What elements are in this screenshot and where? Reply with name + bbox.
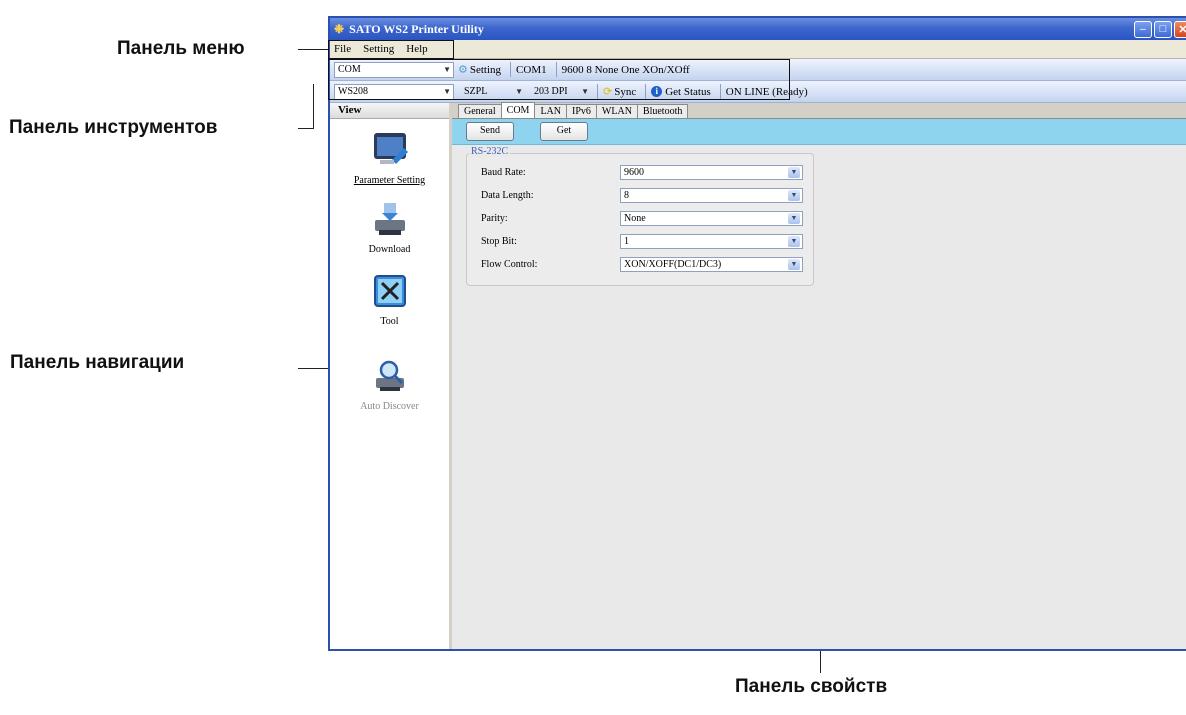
- parity-row: Parity: None ▼: [481, 211, 803, 226]
- menu-panel-callout: Панель меню: [117, 38, 245, 59]
- data-length-row: Data Length: 8 ▼: [481, 188, 803, 203]
- toolbar-panel-callout-line: [298, 128, 313, 129]
- baud-rate-select[interactable]: 9600 ▼: [620, 165, 803, 180]
- toolbar-panel-callout: Панель инструментов: [9, 117, 218, 138]
- tab-ipv6[interactable]: IPv6: [566, 104, 597, 118]
- data-length-label: Data Length:: [481, 190, 534, 201]
- properties-panel-callout: Панель свойств: [735, 676, 888, 697]
- rs232c-group: RS-232C Baud Rate: 9600 ▼ Data Length: 8…: [466, 146, 814, 286]
- nav-item-tool[interactable]: Tool: [330, 273, 449, 327]
- tab-general[interactable]: General: [458, 104, 502, 118]
- nav-item-label: Parameter Setting: [353, 175, 426, 186]
- tab-com[interactable]: COM: [500, 102, 536, 118]
- nav-item-label: Auto Discover: [360, 401, 419, 412]
- tab-lan[interactable]: LAN: [534, 104, 568, 118]
- chevron-down-icon: ▼: [788, 259, 800, 270]
- send-button[interactable]: Send: [466, 122, 514, 141]
- baud-rate-label: Baud Rate:: [481, 167, 526, 178]
- menu-bar: File Setting Help: [330, 40, 1186, 59]
- properties-panel-callout-line: [820, 651, 821, 673]
- parity-label: Parity:: [481, 213, 508, 224]
- stop-bit-label: Stop Bit:: [481, 236, 517, 247]
- nav-item-label: Download: [368, 244, 411, 255]
- minimize-button[interactable]: –: [1134, 20, 1152, 38]
- flow-control-row: Flow Control: XON/XOFF(DC1/DC3) ▼: [481, 257, 803, 272]
- parity-select[interactable]: None ▼: [620, 211, 803, 226]
- flow-control-label: Flow Control:: [481, 259, 538, 270]
- nav-panel-callout-line: [298, 368, 328, 369]
- nav-panel-callout: Панель навигации: [10, 352, 185, 373]
- parameter-setting-icon: [373, 133, 408, 164]
- group-title: RS-232C: [469, 146, 511, 157]
- chevron-down-icon: ▼: [788, 167, 800, 178]
- nav-header: View: [330, 103, 449, 119]
- toolbar-highlight-box: [328, 59, 790, 100]
- menu-highlight-box: [328, 40, 454, 59]
- main-area: View Parameter Setting Download Tool Aut…: [330, 102, 1186, 649]
- chevron-down-icon: ▼: [788, 190, 800, 201]
- tool-icon: [373, 275, 406, 307]
- close-button[interactable]: ✕: [1174, 20, 1186, 38]
- nav-item-auto-discover[interactable]: Auto Discover: [330, 358, 449, 412]
- tab-strip: General COM LAN IPv6 WLAN Bluetooth: [452, 102, 1186, 119]
- menu-panel-callout-line: [298, 49, 328, 50]
- parity-value: None: [624, 213, 646, 224]
- maximize-button[interactable]: □: [1154, 20, 1172, 38]
- nav-item-download[interactable]: Download: [330, 201, 449, 255]
- action-bar: Send Get: [452, 119, 1186, 145]
- flow-control-value: XON/XOFF(DC1/DC3): [624, 259, 722, 270]
- nav-item-parameter-setting[interactable]: Parameter Setting: [330, 130, 449, 186]
- chevron-down-icon: ▼: [788, 236, 800, 247]
- stop-bit-select[interactable]: 1 ▼: [620, 234, 803, 249]
- auto-discover-icon: [375, 360, 404, 391]
- title-bar: ❉ SATO WS2 Printer Utility – □ ✕: [330, 18, 1186, 40]
- properties-panel: General COM LAN IPv6 WLAN Bluetooth Send…: [452, 102, 1186, 649]
- navigation-panel: View Parameter Setting Download Tool Aut…: [330, 103, 452, 649]
- data-length-select[interactable]: 8 ▼: [620, 188, 803, 203]
- flow-control-select[interactable]: XON/XOFF(DC1/DC3) ▼: [620, 257, 803, 272]
- get-button[interactable]: Get: [540, 122, 588, 141]
- tab-bluetooth[interactable]: Bluetooth: [636, 104, 689, 118]
- stop-bit-row: Stop Bit: 1 ▼: [481, 234, 803, 249]
- data-length-value: 8: [624, 190, 629, 201]
- download-printer-icon: [374, 203, 405, 235]
- baud-rate-value: 9600: [624, 167, 644, 178]
- chevron-down-icon: ▼: [788, 213, 800, 224]
- window-title: SATO WS2 Printer Utility: [349, 21, 484, 36]
- app-window: ❉ SATO WS2 Printer Utility – □ ✕ File Se…: [328, 16, 1186, 651]
- stop-bit-value: 1: [624, 236, 629, 247]
- toolbar-panel-callout-line-v: [313, 84, 314, 129]
- baud-rate-row: Baud Rate: 9600 ▼: [481, 165, 803, 180]
- app-logo-icon: ❉: [334, 21, 345, 36]
- nav-item-label: Tool: [380, 316, 399, 327]
- tab-wlan[interactable]: WLAN: [595, 104, 638, 118]
